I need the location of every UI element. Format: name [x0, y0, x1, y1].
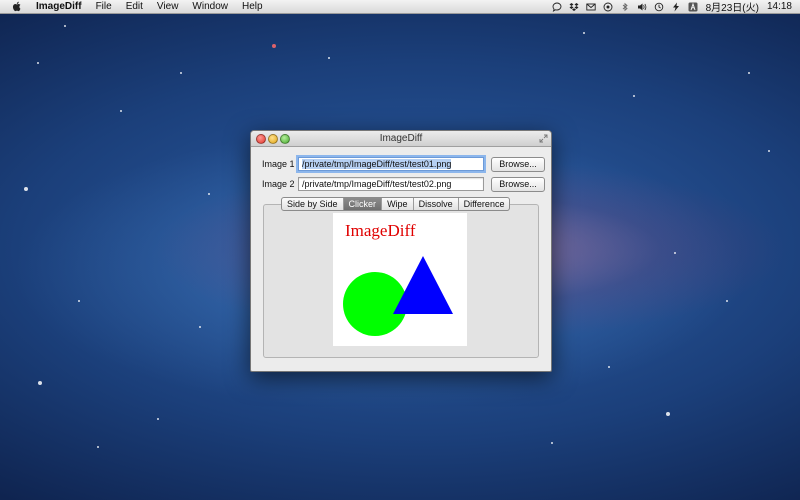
menu-window[interactable]: Window: [192, 0, 228, 13]
image2-path-text: /private/tmp/ImageDiff/test/test02.png: [302, 179, 452, 189]
star: [633, 95, 635, 97]
image2-label: Image 2: [262, 179, 295, 189]
time-machine-icon[interactable]: [654, 2, 664, 12]
menu-file[interactable]: File: [96, 0, 112, 13]
clock-date[interactable]: 8月23日(火): [706, 0, 759, 14]
star: [208, 193, 210, 195]
star: [97, 446, 99, 448]
star: [180, 72, 182, 74]
tab-wipe[interactable]: Wipe: [382, 198, 414, 210]
apple-icon[interactable]: [10, 1, 24, 12]
star: [199, 326, 201, 328]
window-titlebar[interactable]: ImageDiff: [251, 131, 551, 147]
dropbox-icon[interactable]: [569, 2, 579, 12]
star: [157, 418, 159, 420]
image1-browse-button[interactable]: Browse...: [491, 156, 545, 172]
image2-row: Image 2 /private/tmp/ImageDiff/test/test…: [262, 176, 545, 192]
tab-side-by-side[interactable]: Side by Side: [282, 198, 344, 210]
bluetooth-icon[interactable]: [620, 2, 630, 12]
menu-view[interactable]: View: [157, 0, 179, 13]
star: [748, 72, 750, 74]
menu-bar: ImageDiff File Edit View Window Help 8月2…: [0, 0, 800, 14]
image2-path-input[interactable]: /private/tmp/ImageDiff/test/test02.png: [298, 177, 484, 191]
mail-icon[interactable]: [585, 2, 596, 12]
star: [583, 32, 585, 34]
image1-path-text: /private/tmp/ImageDiff/test/test01.png: [302, 159, 452, 169]
star: [120, 110, 122, 112]
star: [38, 381, 42, 385]
preview-title-text: ImageDiff: [345, 221, 416, 240]
tab-difference[interactable]: Difference: [459, 198, 510, 210]
menu-edit[interactable]: Edit: [126, 0, 143, 13]
clock-time[interactable]: 14:18: [767, 1, 792, 12]
star: [768, 150, 770, 152]
chat-icon[interactable]: [552, 2, 562, 12]
tab-clicker[interactable]: Clicker: [343, 198, 383, 210]
star: [272, 44, 276, 48]
star: [64, 25, 66, 27]
star: [726, 300, 728, 302]
image2-browse-button[interactable]: Browse...: [491, 176, 545, 192]
image-preview[interactable]: ImageDiff: [333, 213, 467, 346]
volume-icon[interactable]: [637, 2, 647, 12]
image1-row: Image 1 /private/tmp/ImageDiff/test/test…: [262, 156, 545, 172]
status-area: 8月23日(火) 14:18: [545, 0, 792, 14]
minimize-button[interactable]: [268, 134, 278, 144]
battery-icon[interactable]: [671, 2, 681, 12]
menu-help[interactable]: Help: [242, 0, 263, 13]
image1-label: Image 1: [262, 159, 295, 169]
tab-dissolve[interactable]: Dissolve: [414, 198, 459, 210]
close-button[interactable]: [256, 134, 266, 144]
star: [666, 412, 670, 416]
star: [674, 252, 676, 254]
view-mode-tabs: Side by Side Clicker Wipe Dissolve Diffe…: [281, 197, 511, 211]
image1-path-input[interactable]: /private/tmp/ImageDiff/test/test01.png: [298, 157, 484, 171]
imagediff-window: ImageDiff Image 1 /private/tmp/ImageDiff…: [250, 130, 552, 372]
star: [37, 62, 39, 64]
zoom-button[interactable]: [280, 134, 290, 144]
fullscreen-icon[interactable]: [539, 134, 548, 143]
star: [328, 57, 330, 59]
menu-app-name[interactable]: ImageDiff: [36, 0, 82, 13]
star: [608, 366, 610, 368]
star: [78, 300, 80, 302]
window-title: ImageDiff: [379, 133, 423, 144]
star: [24, 187, 28, 191]
input-method-icon[interactable]: [688, 2, 698, 12]
star: [551, 442, 553, 444]
preview-circle-shape: [343, 272, 407, 336]
sync-icon[interactable]: [603, 2, 613, 12]
